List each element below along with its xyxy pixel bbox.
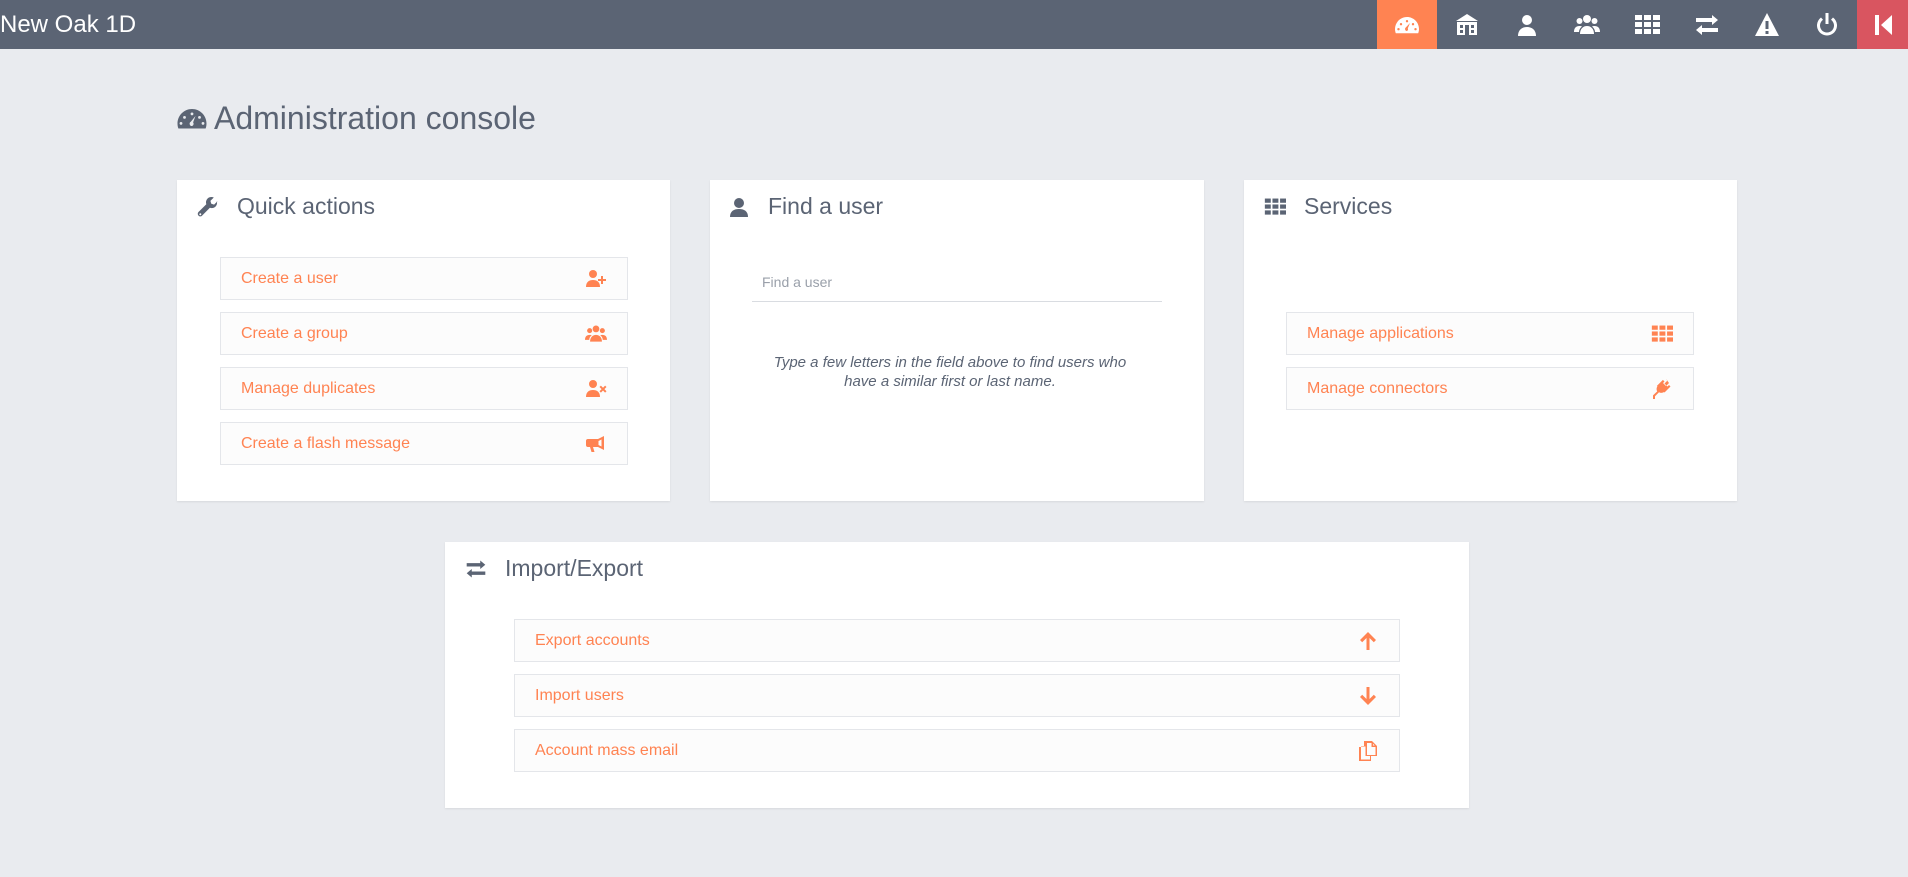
find-user-header: Find a user [728, 193, 883, 220]
arrow-down-icon [1360, 686, 1376, 705]
manage-duplicates-label: Manage duplicates [241, 379, 376, 397]
app-title[interactable]: New Oak 1D [0, 10, 136, 40]
nav-exit-button[interactable] [1857, 0, 1908, 49]
services-card: Services Manage applications Manage conn… [1244, 180, 1737, 501]
dashboard-icon [1395, 16, 1419, 33]
apps-grid-icon [1651, 325, 1673, 342]
nav-import-export-button[interactable] [1677, 0, 1737, 49]
find-user-title: Find a user [768, 193, 884, 219]
nav-groups-button[interactable] [1557, 0, 1617, 49]
create-user-button[interactable]: Create a user [220, 257, 628, 300]
arrow-up-icon [1360, 631, 1376, 650]
import-export-card: Import/Export Export accounts Import use… [445, 542, 1469, 808]
create-user-label: Create a user [241, 269, 338, 287]
page-title-text: Administration console [214, 100, 536, 136]
plug-icon [1653, 378, 1671, 399]
apps-grid-icon [1635, 14, 1660, 34]
nav-users-button[interactable] [1497, 0, 1557, 49]
export-accounts-label: Export accounts [535, 631, 650, 649]
quick-actions-header: Quick actions [197, 193, 375, 220]
manage-connectors-button[interactable]: Manage connectors [1286, 367, 1694, 410]
user-plus-icon [586, 269, 606, 287]
account-mass-email-button[interactable]: Account mass email [514, 729, 1400, 772]
bullhorn-icon [586, 435, 604, 452]
wrench-icon [197, 196, 218, 216]
account-mass-email-label: Account mass email [535, 741, 679, 759]
create-flash-message-button[interactable]: Create a flash message [220, 422, 628, 465]
page-title: Administration console [176, 100, 536, 137]
create-flash-message-label: Create a flash message [241, 434, 410, 452]
user-times-icon [586, 379, 607, 397]
manage-applications-label: Manage applications [1307, 324, 1454, 342]
group-icon [585, 325, 607, 342]
create-group-label: Create a group [241, 324, 348, 342]
power-icon [1817, 12, 1837, 35]
find-user-card: Find a user [710, 180, 1204, 501]
nav-dashboard-button[interactable] [1377, 0, 1437, 49]
nav-alerts-button[interactable] [1737, 0, 1797, 49]
export-accounts-button[interactable]: Export accounts [514, 619, 1400, 662]
quick-actions-card: Quick actions Create a user Create a gro… [177, 180, 670, 501]
import-users-label: Import users [535, 686, 624, 704]
nav-apps-button[interactable] [1617, 0, 1677, 49]
exchange-icon [466, 560, 486, 577]
warning-icon [1755, 12, 1779, 36]
user-icon [1518, 14, 1536, 36]
manage-applications-button[interactable]: Manage applications [1286, 312, 1694, 355]
top-nav [1377, 0, 1908, 49]
find-user-input[interactable] [752, 262, 1162, 302]
nav-school-button[interactable] [1437, 0, 1497, 49]
manage-duplicates-button[interactable]: Manage duplicates [220, 367, 628, 410]
manage-connectors-label: Manage connectors [1307, 379, 1448, 397]
exchange-icon [1696, 14, 1718, 35]
dashboard-icon [177, 108, 207, 128]
copy-icon [1359, 740, 1377, 761]
user-icon [730, 197, 748, 217]
group-icon [1574, 14, 1600, 34]
services-header: Services [1264, 193, 1392, 220]
apps-grid-icon [1264, 198, 1286, 215]
exit-icon [1874, 14, 1892, 35]
import-users-button[interactable]: Import users [514, 674, 1400, 717]
quick-actions-title: Quick actions [237, 193, 376, 219]
import-export-header: Import/Export [465, 555, 643, 582]
nav-logout-button[interactable] [1797, 0, 1857, 49]
top-bar: New Oak 1D [0, 0, 1908, 49]
find-user-hint: Type a few letters in the field above to… [773, 354, 1127, 390]
services-title: Services [1304, 193, 1393, 219]
import-export-title: Import/Export [505, 555, 644, 581]
create-group-button[interactable]: Create a group [220, 312, 628, 355]
school-icon [1456, 13, 1478, 35]
